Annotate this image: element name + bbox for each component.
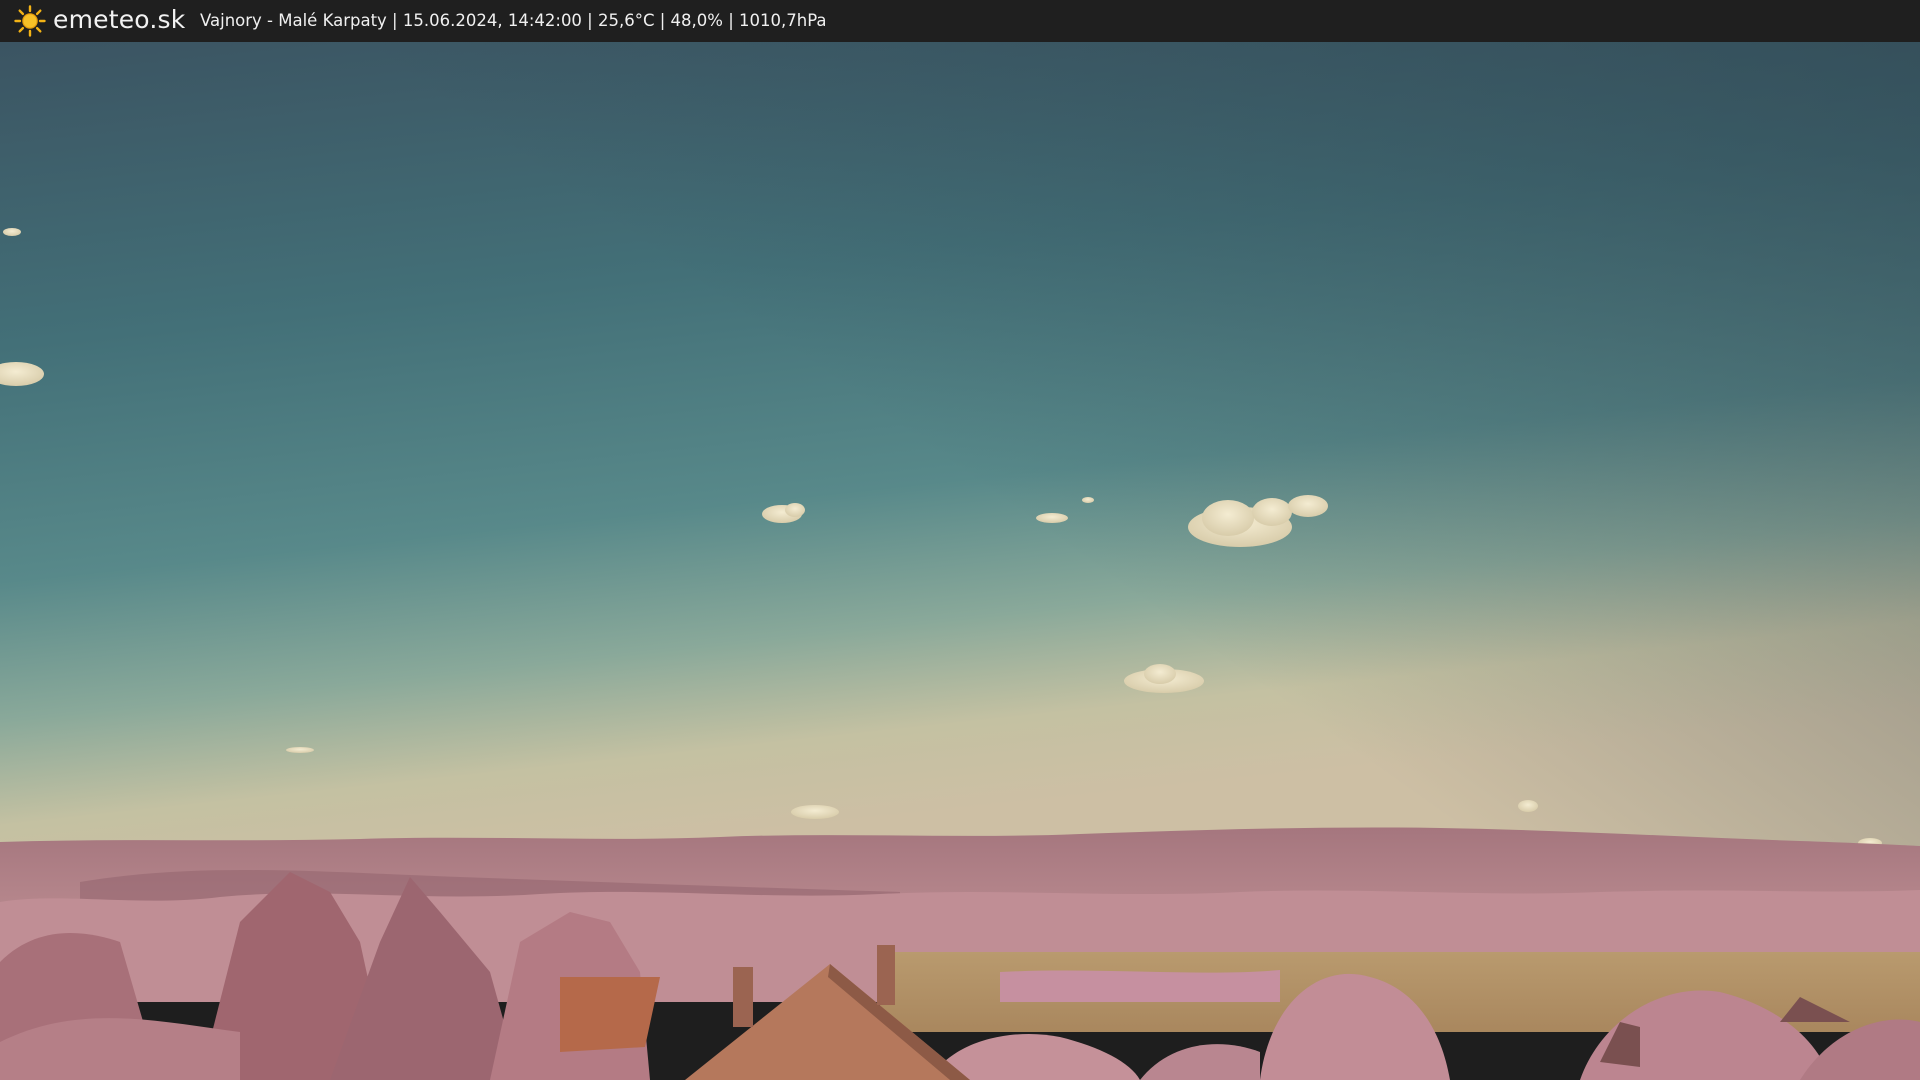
webcam-header-bar: emeteo.sk Vajnory - Malé Karpaty | 15.06… xyxy=(0,0,1920,42)
webcam-image xyxy=(0,42,1920,1080)
sun-icon xyxy=(14,5,46,37)
site-logo-text[interactable]: emeteo.sk xyxy=(53,3,185,37)
station-info-caption: Vajnory - Malé Karpaty | 15.06.2024, 14:… xyxy=(200,11,827,30)
